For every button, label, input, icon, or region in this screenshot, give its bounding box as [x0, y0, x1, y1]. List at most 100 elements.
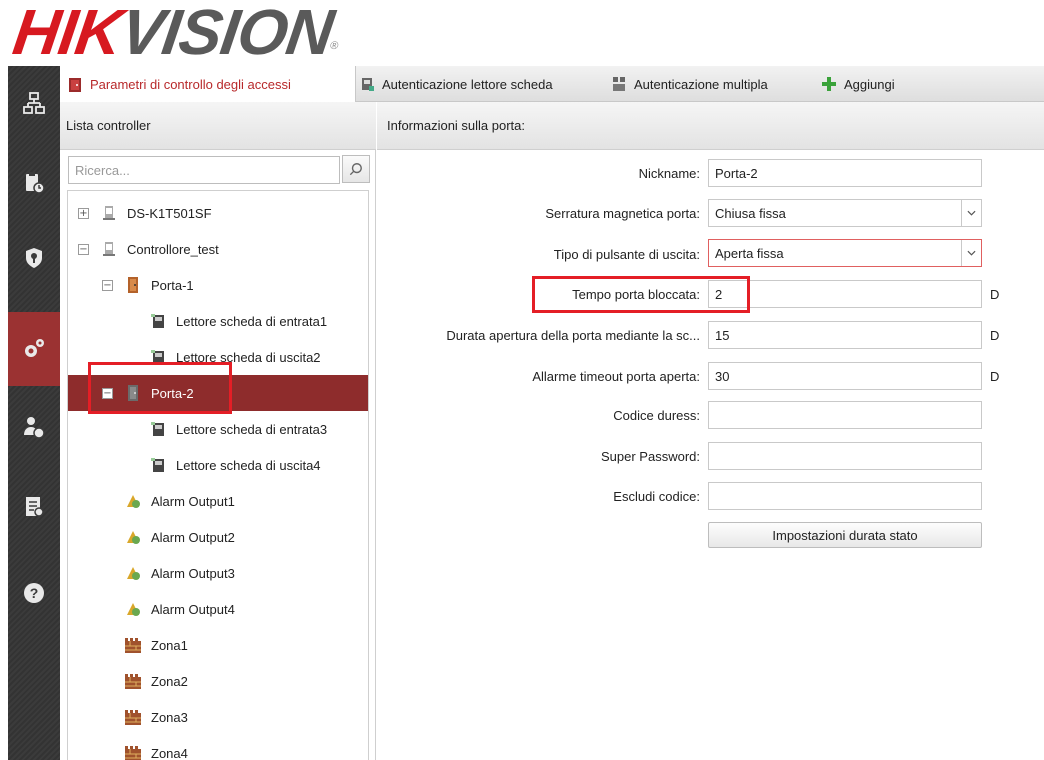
tree-node-label: Porta-1: [151, 277, 194, 293]
tab-label: Aggiungi: [844, 76, 895, 92]
card-reader-icon: [150, 457, 166, 473]
tree-node-zone[interactable]: Zona4: [68, 735, 368, 760]
door-icon: [68, 77, 82, 92]
tree-node-label: Alarm Output3: [151, 565, 235, 581]
rail-security[interactable]: [8, 221, 60, 295]
exclude-code-field[interactable]: [708, 482, 982, 510]
tree-node-reader[interactable]: Lettore scheda di uscita4: [68, 447, 368, 483]
alarm-output-icon: [125, 529, 141, 545]
tree-node-alarm-output[interactable]: Alarm Output1: [68, 483, 368, 519]
rail-user-management[interactable]: [8, 390, 60, 464]
controller-tree: + DS-K1T501SF − Controllore_test − Porta…: [67, 190, 369, 760]
chevron-down-icon: [961, 240, 981, 266]
unit-label: D: [990, 328, 1000, 343]
app-window: HIKVISION ® ? Parametri di controllo degl…: [0, 0, 1044, 760]
tree-node-device[interactable]: + DS-K1T501SF: [68, 195, 368, 231]
svg-text:?: ?: [30, 585, 39, 601]
card-reader-icon: [360, 77, 374, 91]
panel-title: Lista controller: [66, 118, 151, 133]
panel-title: Informazioni sulla porta:: [387, 118, 526, 133]
nickname-field[interactable]: [708, 159, 982, 187]
open-timeout-alarm-label: Allarme timeout porta aperta:: [532, 369, 700, 384]
nickname-label: Nickname:: [638, 166, 700, 181]
open-duration-label: Durata apertura della porta mediante la …: [446, 328, 700, 343]
tree-node-zone[interactable]: Zona3: [68, 699, 368, 735]
select-value: Aperta fissa: [715, 245, 784, 261]
duress-code-field[interactable]: [708, 401, 982, 429]
annotation-highlight-tempo-porta: [532, 276, 750, 313]
tree-node-door[interactable]: − Porta-1: [68, 267, 368, 303]
tab-label: Autenticazione lettore scheda: [382, 76, 553, 92]
rail-help[interactable]: ?: [8, 556, 60, 630]
controller-icon: [101, 241, 117, 257]
plus-icon: [822, 77, 836, 91]
magnetic-lock-label: Serratura magnetica porta:: [545, 206, 700, 221]
tree-node-label: Alarm Output1: [151, 493, 235, 509]
logo-text-hik: HIK: [8, 0, 127, 68]
rail-device-management[interactable]: [8, 66, 60, 140]
multi-card-icon: [612, 77, 626, 91]
shield-icon: [26, 248, 42, 268]
open-timeout-alarm-field[interactable]: [708, 362, 982, 390]
tree-node-label: Zona2: [151, 673, 188, 689]
alarm-output-icon: [125, 565, 141, 581]
controller-list-header: Lista controller: [60, 102, 376, 150]
tree-node-zone[interactable]: Zona1: [68, 627, 368, 663]
expand-toggle[interactable]: +: [78, 207, 89, 219]
tree-node-alarm-output[interactable]: Alarm Output4: [68, 591, 368, 627]
exit-button-type-select[interactable]: Aperta fissa: [708, 239, 982, 267]
tab-label: Autenticazione multipla: [634, 76, 768, 92]
exclude-code-label: Escludi codice:: [613, 489, 700, 504]
tree-node-zone[interactable]: Zona2: [68, 663, 368, 699]
tree-node-alarm-output[interactable]: Alarm Output2: [68, 519, 368, 555]
module-rail: ?: [8, 66, 60, 760]
alarm-output-icon: [125, 493, 141, 509]
tree-node-reader[interactable]: Lettore scheda di entrata3: [68, 411, 368, 447]
unit-label: D: [990, 369, 1000, 384]
tree-node-label: Zona4: [151, 745, 188, 760]
tree-node-label: Lettore scheda di uscita4: [176, 457, 321, 473]
super-password-label: Super Password:: [601, 449, 700, 464]
open-duration-field[interactable]: [708, 321, 982, 349]
zone-icon: [125, 637, 141, 653]
door-icon: [125, 277, 141, 293]
alarm-output-icon: [125, 601, 141, 617]
magnetic-lock-select[interactable]: Chiusa fissa: [708, 199, 982, 227]
tab-card-reader-authentication[interactable]: Autenticazione lettore scheda: [360, 66, 553, 102]
tree-node-controller[interactable]: − Controllore_test: [68, 231, 368, 267]
help-icon: ?: [24, 583, 44, 603]
tab-label: Parametri di controllo degli accessi: [90, 77, 291, 92]
search-input[interactable]: [68, 156, 340, 184]
tree-node-alarm-output[interactable]: Alarm Output3: [68, 555, 368, 591]
tab-multiple-authentication[interactable]: Autenticazione multipla: [612, 66, 768, 102]
select-value: Chiusa fissa: [715, 205, 786, 221]
status-duration-settings-button[interactable]: Impostazioni durata stato: [708, 522, 982, 548]
rail-event-log[interactable]: [8, 146, 60, 220]
exit-button-type-label: Tipo di pulsante di uscita:: [553, 247, 700, 262]
add-button[interactable]: Aggiungi: [822, 66, 895, 102]
card-reader-icon: [150, 313, 166, 329]
search-button[interactable]: [342, 155, 370, 183]
tree-node-label: Lettore scheda di entrata1: [176, 313, 328, 329]
clipboard-clock-icon: [26, 172, 45, 194]
tab-access-control-parameters[interactable]: Parametri di controllo degli accessi: [60, 66, 356, 103]
zone-icon: [125, 745, 141, 760]
tree-node-label: DS-K1T501SF: [127, 205, 212, 221]
unit-label: D: [990, 287, 1000, 302]
rail-search-records[interactable]: [8, 470, 60, 544]
tree-node-label: Alarm Output4: [151, 601, 235, 617]
tree-node-label: Alarm Output2: [151, 529, 235, 545]
device-tree-icon: [23, 92, 45, 114]
fingerprint-user-icon: [24, 417, 45, 439]
tree-node-label: Zona3: [151, 709, 188, 725]
collapse-toggle[interactable]: −: [102, 279, 113, 291]
tree-node-label: Zona1: [151, 637, 188, 653]
hikvision-logo: HIKVISION ®: [8, 0, 338, 68]
tab-strip: Parametri di controllo degli accessi Aut…: [60, 66, 1044, 103]
rail-access-control-config[interactable]: [8, 312, 60, 386]
collapse-toggle[interactable]: −: [78, 243, 89, 255]
zone-icon: [125, 709, 141, 725]
super-password-field[interactable]: [708, 442, 982, 470]
tree-node-reader[interactable]: Lettore scheda di entrata1: [68, 303, 368, 339]
annotation-highlight-porta-2: [88, 362, 232, 414]
